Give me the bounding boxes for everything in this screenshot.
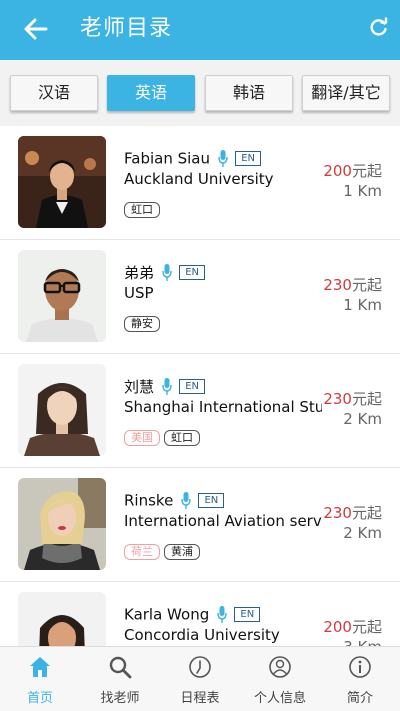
clock-icon <box>189 656 211 678</box>
price-unit: 元起 <box>351 276 382 294</box>
district-tag: 黄浦 <box>164 544 200 560</box>
nav-label: 找老师 <box>100 691 140 706</box>
teacher-photo <box>18 592 106 646</box>
district-tag: 虹口 <box>164 430 200 446</box>
tab-translation-other[interactable]: 翻译/其它 <box>302 75 390 111</box>
teacher-photo <box>18 478 106 570</box>
nav-home[interactable]: 首页 <box>0 647 80 711</box>
teacher-school: Shanghai International Stud <box>124 398 322 416</box>
app-header: 老师目录 <box>0 0 400 60</box>
nav-label: 个人信息 <box>253 691 306 706</box>
price-unit: 元起 <box>351 618 382 636</box>
language-tabs: 汉语 英语 韩语 翻译/其它 <box>0 60 400 126</box>
price: 230元起 <box>323 388 382 409</box>
teacher-photo <box>18 364 106 456</box>
nav-label: 日程表 <box>180 691 220 706</box>
price-value: 230 <box>323 276 352 294</box>
tab-english[interactable]: 英语 <box>107 75 195 111</box>
nav-profile[interactable]: 个人信息 <box>240 647 320 711</box>
distance: 3 Km <box>343 638 382 646</box>
distance: 2 Km <box>343 410 382 428</box>
price: 230元起 <box>323 274 382 295</box>
price-value: 230 <box>323 390 352 408</box>
microphone-icon[interactable] <box>162 377 172 396</box>
teacher-photo <box>18 250 106 342</box>
price: 230元起 <box>323 502 382 523</box>
microphone-icon[interactable] <box>181 491 192 510</box>
microphone-icon[interactable] <box>162 263 172 282</box>
district-tag: 虹口 <box>124 202 160 218</box>
price: 200元起 <box>323 160 382 181</box>
home-icon <box>30 657 50 677</box>
teacher-school: Auckland University <box>124 170 274 188</box>
language-badge: EN <box>234 607 261 622</box>
nav-about[interactable]: 简介 <box>320 647 400 711</box>
nav-find-teacher[interactable]: 找老师 <box>80 647 160 711</box>
language-badge: EN <box>179 265 206 280</box>
teacher-row[interactable]: Karla Wong EN Concordia University 200元起… <box>0 582 400 646</box>
tab-chinese[interactable]: 汉语 <box>10 75 98 111</box>
language-badge: EN <box>198 493 225 508</box>
distance: 1 Km <box>343 182 382 200</box>
teacher-row[interactable]: Rinske EN International Aviation servic … <box>0 468 400 582</box>
price-value: 200 <box>323 162 352 180</box>
page-title: 老师目录 <box>80 16 173 41</box>
teacher-school: International Aviation servic <box>124 512 322 530</box>
price-unit: 元起 <box>351 504 382 522</box>
district-tag: 静安 <box>124 316 160 332</box>
teacher-row[interactable]: 弟弟 EN USP 静安 230元起 1 Km <box>0 240 400 354</box>
info-icon <box>349 656 371 678</box>
distance: 2 Km <box>343 524 382 542</box>
teacher-name: 弟弟 <box>124 264 155 282</box>
nav-label: 简介 <box>346 691 373 706</box>
price-value: 200 <box>323 618 352 636</box>
teacher-row[interactable]: 刘慧 EN Shanghai International Stud 美国 虹口 2… <box>0 354 400 468</box>
teacher-school: Concordia University <box>124 626 280 644</box>
teacher-name: Rinske <box>124 491 174 510</box>
language-badge: EN <box>235 151 261 166</box>
teacher-list: Fabian Siau EN Auckland University 虹口 20… <box>0 126 400 646</box>
teacher-name: Fabian Siau <box>124 149 210 168</box>
distance: 1 Km <box>343 296 382 314</box>
price: 200元起 <box>323 616 382 637</box>
refresh-icon[interactable] <box>369 17 389 37</box>
teacher-photo <box>18 136 106 228</box>
search-icon <box>109 656 132 679</box>
price-unit: 元起 <box>351 162 382 180</box>
tab-korean[interactable]: 韩语 <box>205 75 293 111</box>
country-tag: 美国 <box>124 430 160 446</box>
teacher-name: 刘慧 <box>124 378 155 396</box>
back-arrow-icon[interactable] <box>22 14 50 44</box>
price-unit: 元起 <box>351 390 382 408</box>
price-value: 230 <box>323 504 352 522</box>
bottom-nav: 首页 找老师 日程表 个人信息 简介 <box>0 646 400 711</box>
nav-schedule[interactable]: 日程表 <box>160 647 240 711</box>
language-badge: EN <box>179 379 206 394</box>
country-tag: 荷兰 <box>124 544 160 560</box>
person-icon <box>269 656 291 678</box>
microphone-icon[interactable] <box>217 605 228 624</box>
teacher-row[interactable]: Fabian Siau EN Auckland University 虹口 20… <box>0 126 400 240</box>
nav-label: 首页 <box>26 691 53 706</box>
teacher-school: USP <box>124 284 154 302</box>
microphone-icon[interactable] <box>218 149 228 168</box>
teacher-name: Karla Wong <box>124 605 210 624</box>
